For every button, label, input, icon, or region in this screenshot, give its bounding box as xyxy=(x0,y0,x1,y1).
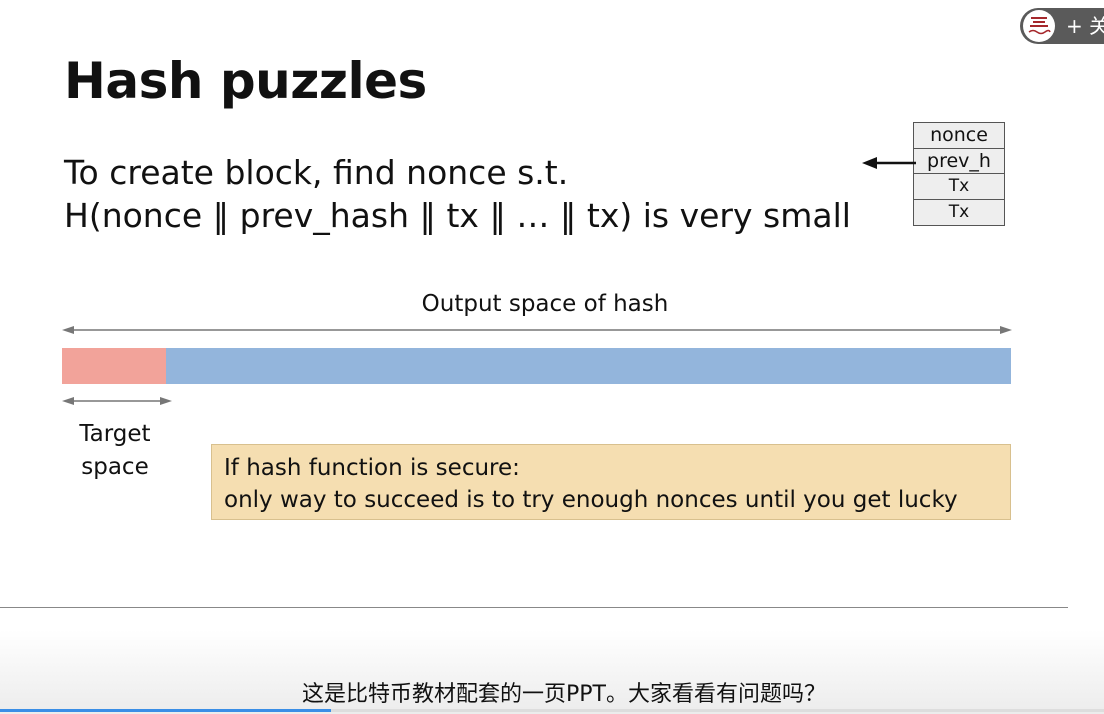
target-space-bar xyxy=(62,348,166,384)
note-line-1: If hash function is secure: xyxy=(224,455,520,481)
slide-title: Hash puzzles xyxy=(64,52,427,110)
output-space-bar xyxy=(166,348,1011,384)
target-space-label: Target space xyxy=(60,418,170,484)
video-subtitle: 这是比特币教材配套的一页PPT。大家看看有问题吗？ xyxy=(302,682,826,707)
university-logo-icon xyxy=(1023,10,1055,42)
slide-text-line-2: H(nonce ‖ prev_hash ‖ tx ‖ … ‖ tx) is ve… xyxy=(64,196,851,235)
video-progress-fill xyxy=(0,709,332,712)
block-diagram: nonce prev_h Tx Tx xyxy=(913,122,1005,226)
slide-text-line-1: To create block, find nonce s.t. xyxy=(64,153,569,192)
prev-hash-pointer-arrow xyxy=(862,157,916,169)
target-space-arrow xyxy=(62,397,172,405)
slide-divider xyxy=(0,607,1068,608)
note-line-2: only way to succeed is to try enough non… xyxy=(224,487,958,513)
target-label-line-2: space xyxy=(81,454,149,480)
block-field-tx: Tx xyxy=(914,174,1004,200)
security-note-box: If hash function is secure: only way to … xyxy=(211,444,1011,520)
follow-label: + 关注 xyxy=(1066,14,1104,38)
output-space-arrow xyxy=(62,326,1012,334)
block-field-nonce: nonce xyxy=(914,123,1004,149)
output-space-label: Output space of hash xyxy=(421,291,669,317)
follow-button[interactable]: + 关注 xyxy=(1020,8,1104,44)
block-field-tx: Tx xyxy=(948,201,970,222)
target-label-line-1: Target xyxy=(79,421,151,447)
video-progress-bar[interactable] xyxy=(0,709,1104,712)
block-field-prev-hash: prev_h xyxy=(914,149,1004,174)
video-player[interactable]: Hash puzzles To create block, find nonce… xyxy=(0,0,1104,714)
